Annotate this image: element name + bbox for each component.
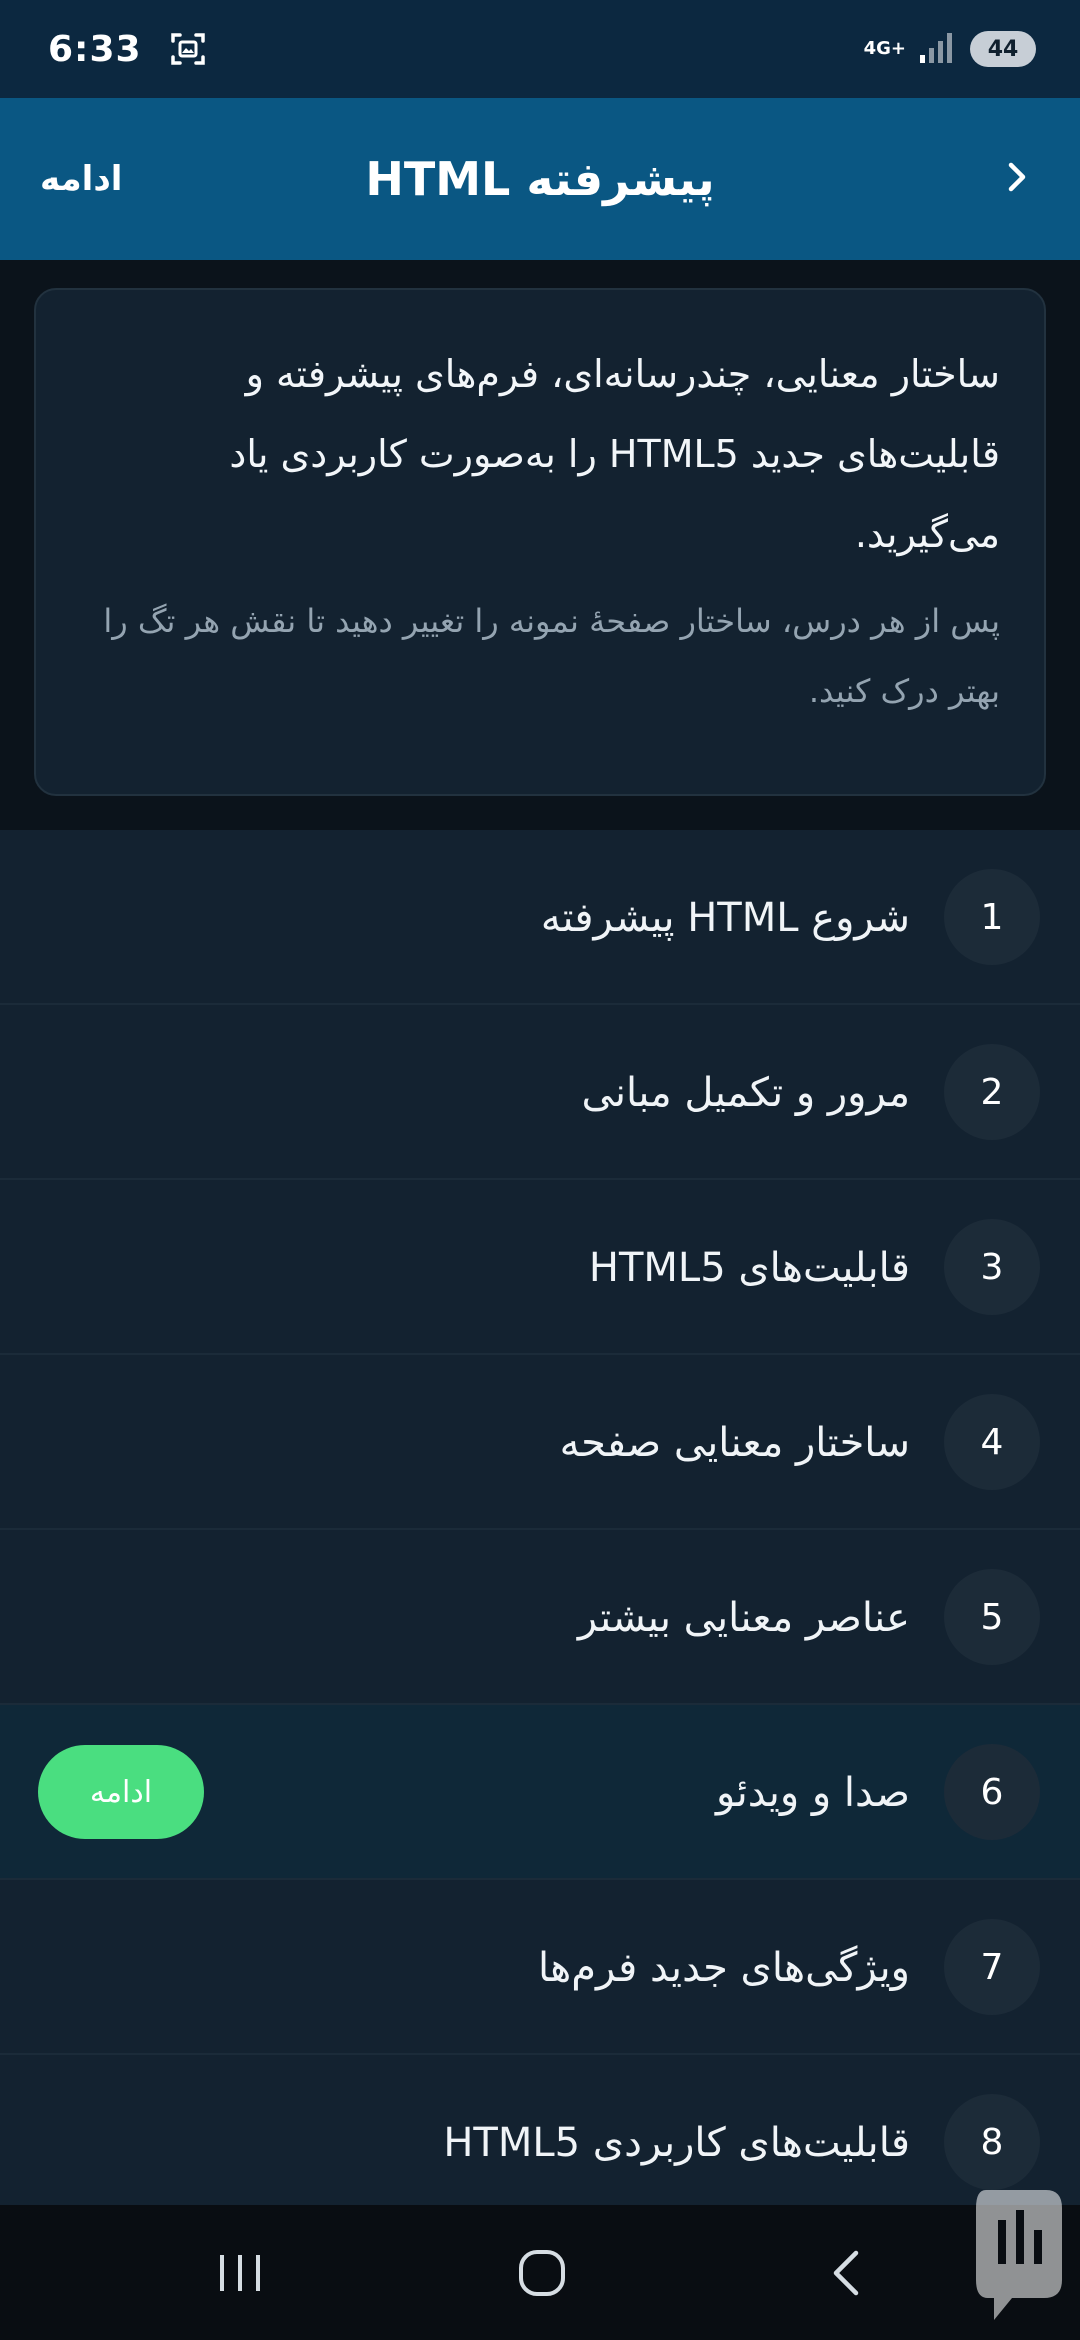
lesson-row-6[interactable]: 6 صدا و ویدئو ادامه (0, 1705, 1080, 1880)
lesson-title: ساختار معنایی صفحه (559, 1419, 910, 1466)
screenshot-icon (170, 31, 206, 67)
lesson-row-7[interactable]: 7 ویژگی‌های جدید فرم‌ها (0, 1880, 1080, 2055)
lesson-number: 6 (944, 1744, 1040, 1840)
lesson-row-5[interactable]: 5 عناصر معنایی بیشتر (0, 1530, 1080, 1705)
battery-indicator: 44 (970, 31, 1036, 67)
page-title: HTML پیشرفته (365, 152, 715, 206)
lesson-number: 5 (944, 1569, 1040, 1665)
network-type: 4G+ (863, 38, 906, 59)
recents-button[interactable] (180, 2225, 300, 2325)
lesson-row-8[interactable]: 8 قابلیت‌های کاربردی HTML5 (0, 2055, 1080, 2205)
lesson-number: 4 (944, 1394, 1040, 1490)
continue-button[interactable]: ادامه (38, 1745, 204, 1839)
lesson-row-4[interactable]: 4 ساختار معنایی صفحه (0, 1355, 1080, 1530)
lesson-number: 3 (944, 1219, 1040, 1315)
intro-sub-text: پس از هر درس، ساختار صفحهٔ نمونه را تغیی… (103, 602, 1000, 710)
back-arrow-icon (826, 2247, 866, 2303)
lesson-row-3[interactable]: 3 قابلیت‌های HTML5 (0, 1180, 1080, 1355)
app-bar: ادامه HTML پیشرفته (0, 98, 1080, 260)
status-time: 6:33 (48, 28, 142, 70)
lesson-title: قابلیت‌های کاربردی HTML5 (443, 2119, 910, 2166)
lesson-number: 8 (944, 2094, 1040, 2190)
lesson-title: مرور و تکمیل مبانی (581, 1069, 910, 1116)
lesson-title: عناصر معنایی بیشتر (577, 1594, 910, 1641)
lesson-title: شروع HTML پیشرفته (540, 894, 910, 941)
home-icon (516, 2247, 568, 2303)
status-bar: 6:33 4G+ 44 (0, 0, 1080, 98)
lesson-title: قابلیت‌های HTML5 (588, 1244, 910, 1291)
nav-back-button[interactable] (786, 2225, 906, 2325)
home-button[interactable] (482, 2225, 602, 2325)
lesson-list: 1 شروع HTML پیشرفته 2 مرور و تکمیل مبانی… (0, 830, 1080, 2205)
lesson-row-1[interactable]: 1 شروع HTML پیشرفته (0, 830, 1080, 1005)
system-nav-bar (0, 2205, 1080, 2340)
status-right: 4G+ 44 (864, 31, 1036, 67)
back-button[interactable] (982, 144, 1052, 214)
lesson-number: 1 (944, 869, 1040, 965)
lesson-number: 7 (944, 1919, 1040, 2015)
lesson-title: ویژگی‌های جدید فرم‌ها (537, 1944, 910, 1991)
lesson-number: 2 (944, 1044, 1040, 1140)
signal-icon (920, 31, 956, 67)
intro-card: ساختار معنایی، چندرسانه‌ای، فرم‌های پیشر… (34, 288, 1046, 796)
status-left: 6:33 (48, 29, 206, 70)
intro-section: ساختار معنایی، چندرسانه‌ای، فرم‌های پیشر… (0, 260, 1080, 830)
chevron-right-icon (1002, 157, 1032, 201)
lesson-title: صدا و ویدئو (715, 1769, 910, 1816)
intro-main-text: ساختار معنایی، چندرسانه‌ای، فرم‌های پیشر… (229, 352, 1000, 556)
recents-icon (216, 2251, 264, 2299)
lesson-row-2[interactable]: 2 مرور و تکمیل مبانی (0, 1005, 1080, 1180)
store-watermark-icon (966, 2180, 1076, 2330)
